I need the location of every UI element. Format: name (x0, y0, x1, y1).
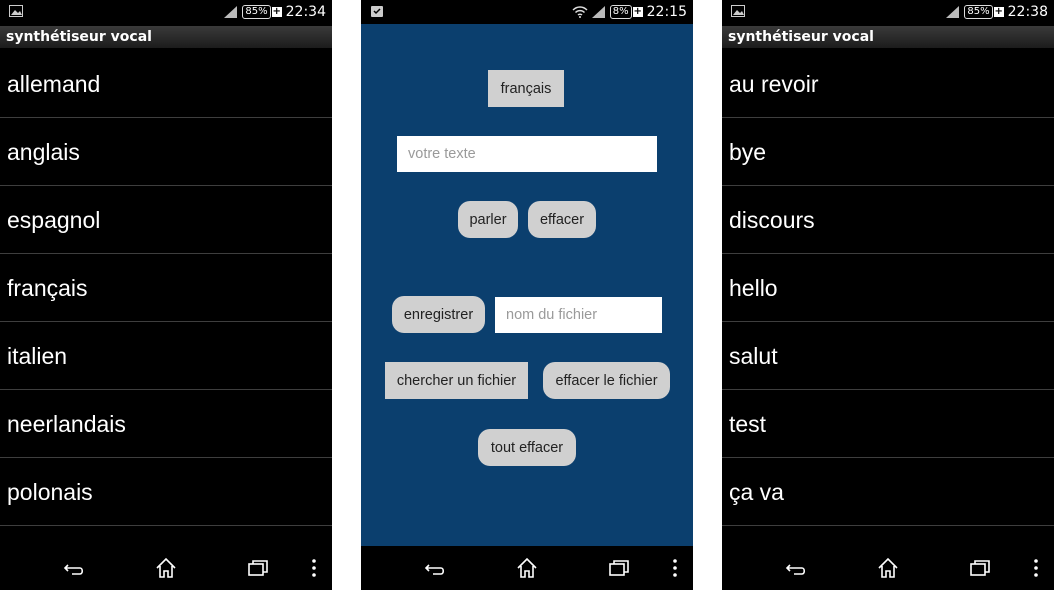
list-item[interactable]: anglais (0, 118, 332, 186)
record-button[interactable]: enregistrer (392, 296, 485, 333)
image-notification-icon (731, 5, 745, 17)
left-screen: 85% + 22:34 synthétiseur vocal allemand a… (0, 0, 332, 590)
home-icon[interactable] (515, 556, 539, 580)
search-file-button[interactable]: chercher un fichier (385, 362, 528, 399)
app-title: synthétiseur vocal (722, 26, 1054, 48)
overflow-menu-icon[interactable] (302, 556, 326, 580)
battery-indicator: 8% + (609, 5, 643, 19)
app-title: synthétiseur vocal (0, 26, 332, 48)
home-icon[interactable] (154, 556, 178, 580)
image-notification-icon (9, 5, 23, 17)
back-icon[interactable] (423, 556, 447, 580)
clock: 22:38 (1007, 4, 1048, 20)
list-item[interactable]: hello (722, 254, 1054, 322)
signal-icon (224, 6, 238, 18)
status-bar: 8% + 22:15 (361, 0, 693, 24)
clear-button[interactable]: effacer (528, 201, 596, 238)
signal-icon (946, 6, 960, 18)
list-item[interactable]: ça va (722, 458, 1054, 526)
speak-button[interactable]: parler (458, 201, 518, 238)
clipboard-check-icon (371, 6, 383, 17)
clock: 22:34 (285, 4, 326, 20)
navigation-bar (361, 546, 693, 590)
list-item[interactable]: espagnol (0, 186, 332, 254)
language-list: allemand anglais espagnol français itali… (0, 50, 332, 526)
signal-icon (591, 6, 605, 18)
clear-all-button[interactable]: tout effacer (478, 429, 576, 466)
back-icon[interactable] (62, 556, 86, 580)
navigation-bar (0, 546, 332, 590)
recent-apps-icon[interactable] (968, 556, 992, 580)
wifi-icon (572, 6, 588, 18)
overflow-menu-icon[interactable] (1024, 556, 1048, 580)
navigation-bar (722, 546, 1054, 590)
filename-input[interactable] (495, 297, 662, 333)
battery-indicator: 85% + (964, 5, 1004, 19)
list-item[interactable]: salut (722, 322, 1054, 390)
file-list: au revoir bye discours hello salut test … (722, 50, 1054, 526)
home-icon[interactable] (876, 556, 900, 580)
main-panel: français parler effacer enregistrer cher… (361, 24, 693, 546)
list-item[interactable]: allemand (0, 50, 332, 118)
list-item[interactable]: polonais (0, 458, 332, 526)
list-item[interactable]: bye (722, 118, 1054, 186)
status-bar: 85% + 22:38 (722, 0, 1054, 24)
language-button[interactable]: français (488, 70, 564, 107)
recent-apps-icon[interactable] (607, 556, 631, 580)
list-item[interactable]: discours (722, 186, 1054, 254)
overflow-menu-icon[interactable] (663, 556, 687, 580)
right-screen: 85% + 22:38 synthétiseur vocal au revoir … (722, 0, 1054, 590)
battery-indicator: 85% + (242, 5, 282, 19)
text-input[interactable] (397, 136, 657, 172)
status-bar: 85% + 22:34 (0, 0, 332, 24)
list-item[interactable]: français (0, 254, 332, 322)
list-item[interactable]: italien (0, 322, 332, 390)
list-item[interactable]: test (722, 390, 1054, 458)
list-item[interactable]: neerlandais (0, 390, 332, 458)
delete-file-button[interactable]: effacer le fichier (543, 362, 670, 399)
clock: 22:15 (646, 4, 687, 20)
list-item[interactable]: au revoir (722, 50, 1054, 118)
middle-screen: 8%+ 22:15 français parler effacer enregi… (361, 0, 693, 590)
recent-apps-icon[interactable] (246, 556, 270, 580)
back-icon[interactable] (784, 556, 808, 580)
